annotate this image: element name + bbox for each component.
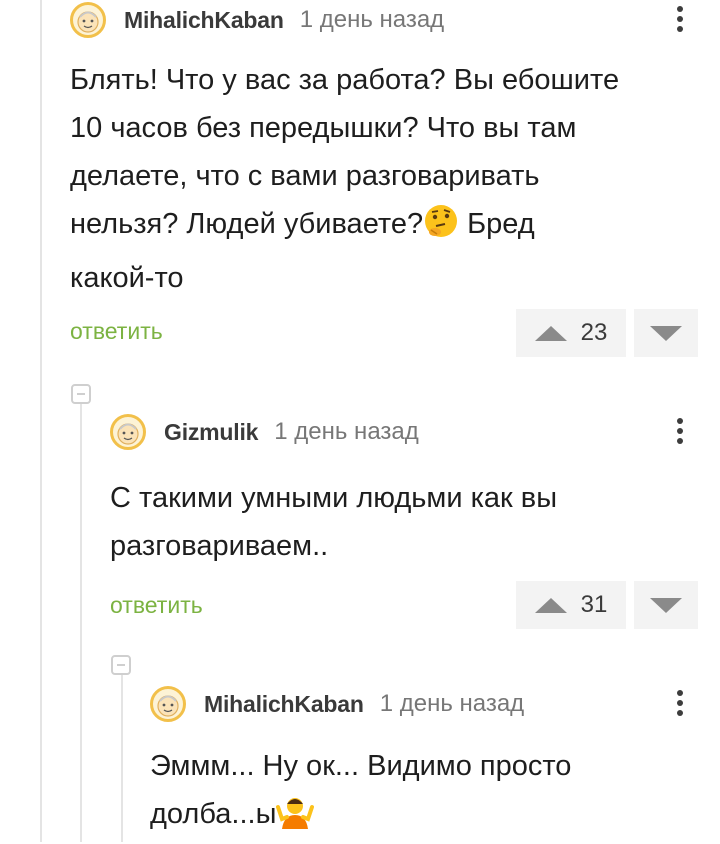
thread-line-level-2 <box>121 675 123 842</box>
comment-text: Блять! Что у вас за работа? Вы ебошите 1… <box>70 56 674 302</box>
comment-line: нельзя? Людей убиваете? Бред <box>70 200 674 254</box>
comment-time: 1 день назад <box>274 418 419 445</box>
comment: MihalichKaban 1 день назад Эммм... Ну ок… <box>150 684 683 844</box>
comment-line: 10 часов без передышки? Что вы там <box>70 112 577 144</box>
author-name[interactable]: MihalichKaban <box>204 691 364 718</box>
downvote-button[interactable] <box>634 581 698 629</box>
comment-header: MihalichKaban 1 день назад <box>70 0 674 40</box>
comment-text: Эммм... Ну ок... Видимо просто долба...ы <box>150 742 674 844</box>
comment-line-part: Бред <box>459 208 535 240</box>
arrow-down-icon <box>650 325 682 341</box>
thread-line-root <box>40 0 42 842</box>
reply-button[interactable]: ответить <box>70 318 163 345</box>
comment-line-part: долба...ы <box>150 798 277 830</box>
comment-line-part: нельзя? Людей убиваете? <box>70 208 424 240</box>
reply-button[interactable]: ответить <box>110 592 203 619</box>
avatar[interactable] <box>70 2 106 38</box>
avatar[interactable] <box>110 414 146 450</box>
comment-line: долба...ы <box>150 790 674 844</box>
comment-text: С такими умными людьми как вы разговарив… <box>110 474 674 570</box>
comment-line: делаете, что с вами разговаривать <box>70 160 540 192</box>
arrow-up-icon <box>534 597 567 613</box>
comment: Gizmulik 1 день назад С такими умными лю… <box>110 412 683 570</box>
vote-count: 31 <box>580 591 608 618</box>
comment-header: Gizmulik 1 день назад <box>110 412 674 452</box>
comment-header: MihalichKaban 1 день назад <box>150 684 674 724</box>
vote-count: 23 <box>580 319 608 346</box>
comment-line: разговариваем.. <box>110 530 329 562</box>
author-name[interactable]: Gizmulik <box>164 419 258 446</box>
arrow-up-icon <box>534 325 567 341</box>
comment-line: Блять! Что у вас за работа? Вы ебошите <box>70 64 620 96</box>
arrow-down-icon <box>650 597 682 613</box>
comment-time: 1 день назад <box>299 6 445 33</box>
thread-line-level-1 <box>80 404 82 842</box>
comment-line: какой-то <box>70 262 184 294</box>
more-options-icon[interactable] <box>674 2 686 40</box>
comment-time: 1 день назад <box>379 690 525 717</box>
author-name[interactable]: MihalichKaban <box>124 7 284 34</box>
comment: MihalichKaban 1 день назад Блять! Что у … <box>70 0 683 302</box>
avatar[interactable] <box>150 686 186 722</box>
upvote-button[interactable]: 31 <box>516 581 626 629</box>
downvote-button[interactable] <box>634 309 698 357</box>
person-shrugging-icon <box>276 791 315 844</box>
more-options-icon[interactable] <box>674 414 686 452</box>
collapse-thread-button[interactable] <box>71 384 91 404</box>
comment-line: С такими умными людьми как вы <box>110 482 558 514</box>
thinking-face-icon <box>423 203 459 254</box>
comment-line: Эммм... Ну ок... Видимо просто <box>150 750 572 782</box>
more-options-icon[interactable] <box>674 686 686 724</box>
upvote-button[interactable]: 23 <box>516 309 626 357</box>
collapse-subthread-button[interactable] <box>111 655 131 675</box>
